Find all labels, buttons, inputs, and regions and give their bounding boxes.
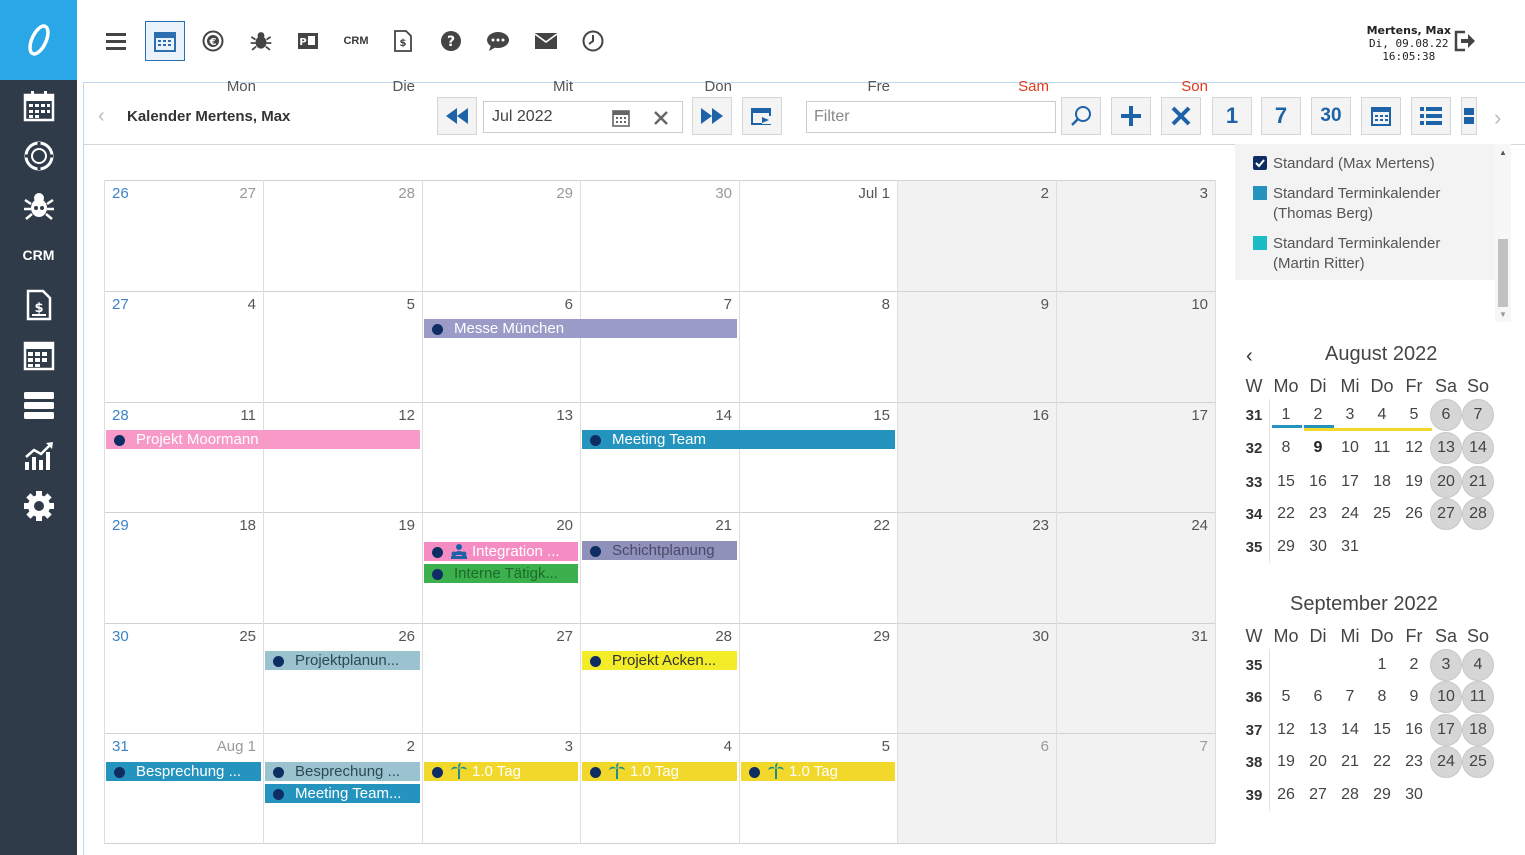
mini-weekday-header: Mo <box>1273 375 1299 396</box>
mini-day[interactable]: 13 <box>1430 432 1462 464</box>
mini-day[interactable]: 18 <box>1462 714 1494 746</box>
mini-day[interactable]: 13 <box>1302 714 1334 746</box>
mini-day[interactable]: 11 <box>1462 681 1494 713</box>
mini-day[interactable]: 3 <box>1430 649 1462 681</box>
mini-day[interactable]: 16 <box>1302 466 1334 498</box>
mini-weekday-header: Di <box>1309 375 1327 396</box>
mini-day[interactable]: 6 <box>1430 399 1462 431</box>
mini-day[interactable]: 22 <box>1270 498 1302 530</box>
mini-event-bar <box>1272 425 1302 428</box>
mini-week-number[interactable]: 38 <box>1238 746 1270 778</box>
mini-day[interactable]: 29 <box>1366 779 1398 811</box>
mini-day[interactable]: 23 <box>1398 746 1430 778</box>
mini-week-number[interactable]: 35 <box>1238 531 1270 563</box>
mini-day[interactable]: 5 <box>1270 681 1302 713</box>
mini-day[interactable]: 7 <box>1334 681 1366 713</box>
mini-weekday-header: Mo <box>1273 625 1299 646</box>
mini-week-number[interactable]: 39 <box>1238 779 1270 811</box>
mini-sep-title: September 2022 <box>1290 593 1438 615</box>
mini-day[interactable]: 19 <box>1398 466 1430 498</box>
mini-day[interactable]: 27 <box>1302 779 1334 811</box>
mini-day[interactable]: 19 <box>1270 746 1302 778</box>
mini-day[interactable]: 14 <box>1334 714 1366 746</box>
mini-weekday-header: W <box>1245 625 1263 646</box>
mini-day[interactable]: 14 <box>1462 432 1494 464</box>
mini-day[interactable]: 28 <box>1462 498 1494 530</box>
mini-day[interactable]: 23 <box>1302 498 1334 530</box>
mini-weekday-header: Fr <box>1405 375 1423 396</box>
mini-day[interactable]: 12 <box>1270 714 1302 746</box>
mini-day[interactable]: 4 <box>1462 649 1494 681</box>
mini-day[interactable]: 15 <box>1270 466 1302 498</box>
mini-day[interactable]: 24 <box>1430 746 1462 778</box>
mini-day[interactable]: 18 <box>1366 466 1398 498</box>
mini-weekday-header: Mi <box>1340 375 1360 396</box>
mini-weekday-header: Do <box>1370 625 1394 646</box>
mini-day[interactable]: 17 <box>1334 466 1366 498</box>
mini-weekday-header: W <box>1245 375 1263 396</box>
mini-day[interactable]: 20 <box>1302 746 1334 778</box>
mini-weekday-header: Mi <box>1340 625 1360 646</box>
mini-day[interactable]: 26 <box>1270 779 1302 811</box>
mini-aug-title: August 2022 <box>1325 343 1438 365</box>
mini-week-number[interactable]: 34 <box>1238 498 1270 530</box>
mini-day[interactable]: 20 <box>1430 466 1462 498</box>
mini-day[interactable]: 22 <box>1366 746 1398 778</box>
mini-day[interactable]: 8 <box>1270 432 1302 464</box>
mini-day[interactable]: 10 <box>1430 681 1462 713</box>
mini-day[interactable]: 30 <box>1398 779 1430 811</box>
mini-day[interactable]: 9 <box>1302 432 1334 464</box>
mini-week-number[interactable]: 31 <box>1238 399 1270 431</box>
mini-day[interactable]: 1 <box>1366 649 1398 681</box>
mini-day[interactable]: 29 <box>1270 531 1302 563</box>
mini-day[interactable]: 21 <box>1334 746 1366 778</box>
mini-day[interactable]: 4 <box>1366 399 1398 431</box>
mini-weekday-header: Do <box>1370 375 1394 396</box>
mini-event-bar <box>1304 428 1432 431</box>
mini-day[interactable]: 10 <box>1334 432 1366 464</box>
mini-day[interactable]: 7 <box>1462 399 1494 431</box>
mini-day[interactable]: 28 <box>1334 779 1366 811</box>
mini-day[interactable]: 3 <box>1334 399 1366 431</box>
mini-day[interactable]: 16 <box>1398 714 1430 746</box>
mini-week-number[interactable]: 33 <box>1238 466 1270 498</box>
mini-day[interactable]: 24 <box>1334 498 1366 530</box>
mini-calendars: ‹ August 2022 September 2022 W Mo Di Mi Do Fr… <box>0 0 1525 855</box>
mini-day[interactable]: 2 <box>1398 649 1430 681</box>
mini-day[interactable]: 30 <box>1302 531 1334 563</box>
mini-day[interactable]: 8 <box>1366 681 1398 713</box>
mini-week-separator <box>1269 399 1270 563</box>
mini-day[interactable]: 15 <box>1366 714 1398 746</box>
mini-weekday-header: Fr <box>1405 625 1423 646</box>
mini-weekday-header: Sa <box>1434 375 1458 396</box>
mini-weekday-header: So <box>1466 375 1490 396</box>
mini-week-number[interactable]: 35 <box>1238 649 1270 681</box>
mini-day[interactable]: 12 <box>1398 432 1430 464</box>
mini-week-number[interactable]: 32 <box>1238 432 1270 464</box>
mini-weekday-header: Di <box>1309 625 1327 646</box>
mini-day[interactable]: 27 <box>1430 498 1462 530</box>
mini-day[interactable]: 21 <box>1462 466 1494 498</box>
mini-day[interactable]: 11 <box>1366 432 1398 464</box>
mini-week-number[interactable]: 37 <box>1238 714 1270 746</box>
mini-prev-chevron-icon[interactable]: ‹ <box>1246 345 1253 368</box>
mini-week-separator <box>1269 649 1270 811</box>
mini-week-number[interactable]: 36 <box>1238 681 1270 713</box>
mini-day[interactable]: 25 <box>1462 746 1494 778</box>
mini-weekday-header: So <box>1466 625 1490 646</box>
mini-day[interactable]: 25 <box>1366 498 1398 530</box>
mini-day[interactable]: 5 <box>1398 399 1430 431</box>
mini-day[interactable]: 9 <box>1398 681 1430 713</box>
mini-day[interactable]: 26 <box>1398 498 1430 530</box>
mini-day[interactable]: 17 <box>1430 714 1462 746</box>
mini-weekday-header: Sa <box>1434 625 1458 646</box>
mini-day[interactable]: 6 <box>1302 681 1334 713</box>
mini-day[interactable]: 31 <box>1334 531 1366 563</box>
